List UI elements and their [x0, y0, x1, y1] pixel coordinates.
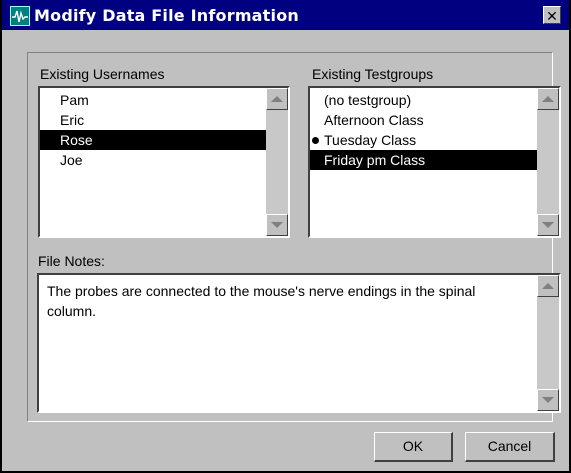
list-item-label: Tuesday Class [324, 132, 417, 148]
usernames-scrollbar[interactable] [266, 88, 288, 236]
scroll-down-button[interactable] [266, 214, 288, 236]
list-item-label: Afternoon Class [324, 112, 424, 128]
window-title: Modify Data File Information [34, 6, 299, 25]
arrow-up-icon [542, 96, 554, 102]
list-item-label: Pam [60, 92, 89, 108]
title-bar[interactable]: Modify Data File Information ✕ [2, 0, 569, 30]
cancel-button[interactable]: Cancel [465, 432, 555, 462]
file-notes-textarea[interactable]: The probes are connected to the mouse's … [37, 273, 561, 413]
scroll-up-button[interactable] [266, 88, 288, 110]
list-item-label: Eric [60, 112, 85, 128]
ok-button[interactable]: OK [374, 432, 453, 462]
list-item[interactable]: Friday pm Class [310, 150, 537, 170]
list-item[interactable]: Rose [40, 130, 266, 150]
close-button[interactable]: ✕ [543, 6, 561, 24]
usernames-list[interactable]: Pam Eric Rose Joe [38, 86, 290, 238]
list-item[interactable]: Eric [40, 110, 266, 130]
testgroups-list[interactable]: (no testgroup) Afternoon Class Tuesday Cla… [308, 86, 561, 238]
file-notes-label: File Notes: [38, 253, 105, 269]
list-item[interactable]: Pam [40, 90, 266, 110]
list-item-label: Joe [60, 152, 83, 168]
dialog-window: Modify Data File Information ✕ Existing … [0, 0, 571, 473]
testgroups-label: Existing Testgroups [312, 66, 434, 82]
list-item-label: (no testgroup) [324, 92, 412, 108]
list-item[interactable]: (no testgroup) [310, 90, 537, 110]
arrow-up-icon [542, 283, 554, 289]
list-item-label: Friday pm Class [324, 152, 426, 168]
bullet-icon [312, 136, 319, 144]
list-item[interactable]: Joe [40, 150, 266, 170]
arrow-down-icon [542, 222, 554, 228]
list-item[interactable]: Afternoon Class [310, 110, 537, 130]
testgroups-scrollbar[interactable] [537, 88, 559, 236]
waveform-icon [10, 6, 30, 26]
arrow-up-icon [271, 96, 283, 102]
file-notes-text[interactable]: The probes are connected to the mouse's … [47, 281, 527, 321]
scroll-up-button[interactable] [537, 88, 559, 110]
scroll-up-button[interactable] [537, 275, 559, 297]
scroll-down-button[interactable] [537, 389, 559, 411]
list-item[interactable]: Tuesday Class [310, 130, 537, 150]
arrow-down-icon [271, 222, 283, 228]
arrow-down-icon [542, 397, 554, 403]
scroll-down-button[interactable] [537, 214, 559, 236]
usernames-label: Existing Usernames [40, 66, 165, 82]
notes-scrollbar[interactable] [537, 275, 559, 411]
list-item-label: Rose [60, 132, 93, 148]
